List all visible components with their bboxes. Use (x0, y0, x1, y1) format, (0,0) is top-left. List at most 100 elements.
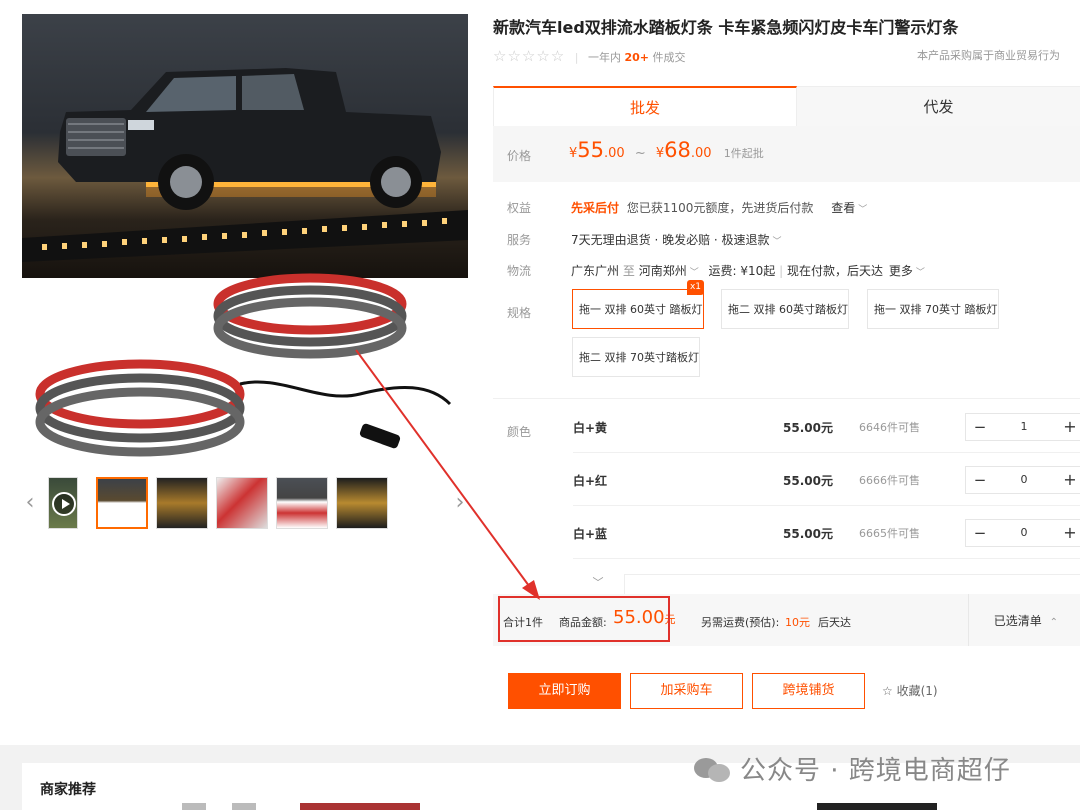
minus-button[interactable]: − (966, 467, 994, 493)
action-bar: 立即订购 加采购车 跨境铺货 ☆ 收藏(1) (493, 673, 1080, 713)
thumbnail-image-3[interactable] (216, 477, 268, 529)
quantity-stepper: − 0 + (965, 466, 1080, 494)
service-text: 7天无理由退货 · 晚发必赔 · 极速退款 (571, 233, 770, 247)
selected-list-toggle[interactable]: 已选清单 ⌃ (994, 612, 1058, 629)
quantity-input[interactable]: 1 (994, 414, 1054, 440)
credit-text: 您已获1100元额度，先进货后付款 (626, 201, 814, 215)
led-strip-coils-illustration (35, 273, 452, 457)
chevron-up-icon: ⌃ (1049, 617, 1058, 628)
color-name: 白+黄 (573, 421, 608, 435)
ship-to[interactable]: 河南郑州 (639, 264, 687, 278)
quantity-input[interactable]: 0 (994, 520, 1054, 546)
chevron-down-icon: ﹀ (915, 268, 925, 278)
price-range: ¥55.00 ~ ¥68.00 1件起批 (569, 138, 764, 162)
price-high: 68 (664, 138, 691, 162)
price-high-decimal: .00 (690, 146, 712, 161)
min-order: 1件起批 (723, 147, 764, 160)
main-product-image[interactable] (22, 14, 468, 469)
price-box: 价格 ¥55.00 ~ ¥68.00 1件起批 (493, 126, 1080, 182)
currency-symbol-high: ¥ (655, 146, 665, 161)
spec-option-text: 拖一 双排 60英寸 踏板灯 (579, 303, 703, 316)
chevron-down-icon: ﹀ (772, 237, 782, 247)
ship-to-word: 至 (622, 264, 635, 278)
logistics-value: 广东广州 至 河南郑州 ﹀ 运费: ¥10起 | 现在付款，后天达 更多 ﹀ (571, 264, 925, 278)
service-label: 服务 (507, 233, 532, 247)
color-price: 55.00元 (783, 527, 833, 541)
rating-row: ☆☆☆☆☆ | 一年内 20+ 件成交 本产品采购属于商业贸易行为 (493, 42, 1080, 70)
spec-option-text: 拖一 双排 70英寸 踏板灯 (874, 303, 998, 316)
wechat-watermark: 公众号 · 跨境电商超仔 (694, 750, 1011, 787)
wechat-icon (694, 754, 732, 784)
gallery-next-icon[interactable]: › (450, 491, 470, 515)
buy-now-button[interactable]: 立即订购 (508, 673, 621, 709)
highlight-box (498, 596, 670, 642)
color-row-red: 白+红 55.00元 6666件可售 − 0 + (573, 454, 1080, 506)
view-link[interactable]: 查看 (831, 201, 855, 215)
tab-dropship[interactable]: 代发 (797, 86, 1080, 126)
play-icon (52, 492, 76, 516)
color-stock: 6646件可售 (859, 421, 920, 434)
plus-button[interactable]: + (1056, 414, 1080, 440)
benefits-label: 权益 (507, 201, 532, 215)
thumbnail-image-4[interactable] (276, 477, 328, 529)
color-stock: 6665件可售 (859, 527, 920, 540)
thumbnail-video[interactable] (48, 477, 78, 529)
minus-button[interactable]: − (966, 414, 994, 440)
truck-photo (22, 14, 468, 278)
star-icon: ☆ (882, 684, 893, 698)
color-name: 白+蓝 (573, 527, 608, 541)
quantity-stepper: − 1 + (965, 413, 1080, 441)
spec-option-4[interactable]: 拖二 双排 70英寸踏板灯 (572, 337, 700, 377)
color-row-blue: 白+蓝 55.00元 6665件可售 − 0 + (573, 507, 1080, 559)
product-title: 新款汽车led双排流水踏板灯条 卡车紧急频闪灯皮卡车门警示灯条 (493, 18, 959, 37)
color-row-yellow: 白+黄 55.00元 6646件可售 − 1 + (573, 401, 1080, 453)
product-info-panel: 新款汽车led双排流水踏板灯条 卡车紧急频闪灯皮卡车门警示灯条 ☆☆☆☆☆ | … (493, 14, 1080, 182)
gallery-prev-icon[interactable]: ‹ (20, 491, 40, 515)
shipping-estimate: 10元 (785, 616, 810, 629)
spec-option-3[interactable]: 拖一 双排 70英寸 踏板灯 (867, 289, 999, 329)
color-name: 白+红 (573, 474, 608, 488)
price-low: 55 (577, 138, 605, 162)
divider (493, 398, 1080, 399)
service-value[interactable]: 7天无理由退货 · 晚发必赔 · 极速退款 ﹀ (571, 231, 782, 248)
quantity-badge: x1 (686, 280, 704, 295)
summary-divider (968, 594, 969, 646)
collapse-colors-icon[interactable]: ﹀ (573, 574, 623, 594)
color-stock: 6666件可售 (859, 474, 920, 487)
pickup-truck-illustration (58, 68, 441, 210)
plus-button[interactable]: + (1056, 520, 1080, 546)
quantity-stepper: − 0 + (965, 519, 1080, 547)
spec-option-text: 拖二 双排 60英寸踏板灯 (728, 303, 848, 316)
cross-border-button[interactable]: 跨境铺货 (752, 673, 865, 709)
product-page: ‹ › 新款汽车led双排流水踏板灯条 卡车紧急频闪灯皮卡车门警示灯条 ☆☆☆☆… (0, 0, 1080, 810)
ship-from[interactable]: 广东广州 (571, 264, 619, 278)
spec-option-text: 拖二 双排 70英寸踏板灯 (579, 351, 699, 364)
price-low-decimal: .00 (604, 146, 625, 161)
sales-prefix: 一年内 (587, 51, 621, 64)
spec-option-2[interactable]: 拖二 双排 60英寸踏板灯 (721, 289, 849, 329)
quantity-input[interactable]: 0 (994, 467, 1054, 493)
more-link[interactable]: 更多 (889, 264, 913, 278)
add-to-cart-button[interactable]: 加采购车 (630, 673, 743, 709)
spec-option-1[interactable]: 拖一 双排 60英寸 踏板灯 x1 (572, 280, 704, 329)
plus-button[interactable]: + (1056, 467, 1080, 493)
delivery-eta: 现在付款，后天达 (787, 264, 884, 278)
shipping-label: 另需运费(预估): (701, 616, 780, 629)
purchase-mode-tabs: 批发 代发 (493, 86, 1080, 126)
logistics-label: 物流 (507, 264, 532, 278)
delivery-time: 后天达 (818, 616, 851, 629)
led-strip-illustration (22, 210, 468, 262)
thumbnail-image-5[interactable] (336, 477, 388, 529)
rating-stars-icon: ☆☆☆☆☆ (493, 47, 566, 65)
tab-wholesale[interactable]: 批发 (493, 86, 797, 126)
recommend-title: 商家推荐 (40, 782, 96, 798)
price-label: 价格 (507, 149, 532, 163)
thumbnail-image-2[interactable] (156, 477, 208, 529)
watermark-text: 公众号 · 跨境电商超仔 (740, 756, 1011, 786)
minus-button[interactable]: − (966, 520, 994, 546)
thumbnail-image-1[interactable] (96, 477, 148, 529)
price-tilde: ~ (634, 146, 646, 161)
favorite-button[interactable]: ☆ 收藏(1) (882, 682, 938, 699)
selected-list-label: 已选清单 (993, 614, 1042, 628)
specs-label: 规格 (507, 306, 532, 320)
